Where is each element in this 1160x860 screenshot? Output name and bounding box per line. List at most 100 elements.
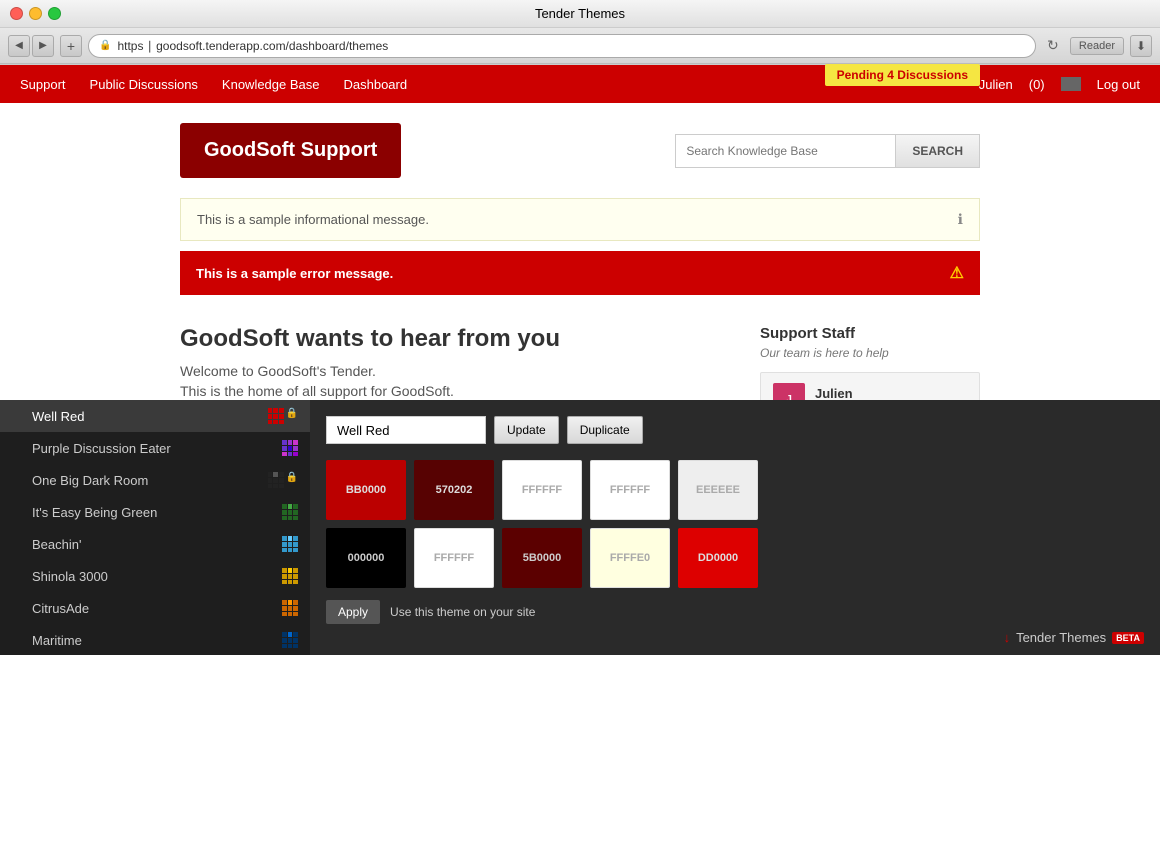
theme-icon-grid-beach xyxy=(282,536,298,552)
swatch-ffffff-2[interactable]: FFFFFF xyxy=(590,460,670,520)
site-nav: Support Public Discussions Knowledge Bas… xyxy=(0,65,1160,103)
theme-name-input[interactable] xyxy=(326,416,486,444)
swatch-5b0000[interactable]: 5B0000 xyxy=(502,528,582,588)
browser-titlebar: Tender Themes xyxy=(0,0,1160,28)
lock-icon-dark: 🔒 xyxy=(286,472,298,488)
pending-badge[interactable]: Pending 4 Discussions xyxy=(825,64,980,86)
theme-item-left-shinola: Shinola 3000 xyxy=(12,569,108,584)
tender-themes-footer: ↓ Tender Themes BETA xyxy=(1004,630,1144,645)
support-staff-heading: Support Staff xyxy=(760,325,980,342)
theme-icons-beach xyxy=(282,536,298,552)
apply-row: Apply Use this theme on your site xyxy=(326,600,1144,624)
url-bar[interactable]: 🔒 https ∣ goodsoft.tenderapp.com/dashboa… xyxy=(88,34,1036,58)
pending-label: Pending xyxy=(837,68,884,82)
swatch-label-1: 570202 xyxy=(436,484,473,496)
browser-nav: ◀ ▶ + 🔒 https ∣ goodsoft.tenderapp.com/d… xyxy=(0,28,1160,64)
swatch-ffffff-1[interactable]: FFFFFF xyxy=(502,460,582,520)
search-area: SEARCH xyxy=(675,134,980,168)
theme-item-well-red[interactable]: Well Red 🔒 xyxy=(0,400,310,432)
swatch-label-8: FFFFE0 xyxy=(610,552,650,564)
swatch-bb0000[interactable]: BB0000 xyxy=(326,460,406,520)
theme-icons-maritime xyxy=(282,632,298,648)
welcome-line1: Welcome to GoodSoft's Tender. xyxy=(180,363,730,379)
maximize-btn[interactable] xyxy=(48,7,61,20)
forward-arrow[interactable]: ▶ xyxy=(32,35,54,57)
pending-count: 4 Discussions xyxy=(887,68,968,82)
minimize-btn[interactable] xyxy=(29,7,42,20)
theme-item-left-citrus: CitrusAde xyxy=(12,601,89,616)
theme-item-dark[interactable]: One Big Dark Room 🔒 xyxy=(0,464,310,496)
theme-icon-grid-dark xyxy=(268,472,284,488)
swatch-label-5: 000000 xyxy=(348,552,385,564)
browser-title: Tender Themes xyxy=(535,6,625,21)
theme-name-citrus: CitrusAde xyxy=(32,601,89,616)
downloads-btn[interactable]: ⬇ xyxy=(1130,35,1152,57)
info-text: This is a sample informational message. xyxy=(197,212,429,227)
apply-text: Use this theme on your site xyxy=(390,605,535,619)
site-nav-right: Julien (0) Log out xyxy=(979,77,1140,92)
duplicate-button[interactable]: Duplicate xyxy=(567,416,643,444)
swatch-eeeeee[interactable]: EEEEEE xyxy=(678,460,758,520)
nav-dashboard[interactable]: Dashboard xyxy=(344,77,408,92)
notifications-icon xyxy=(1061,77,1081,91)
theme-icons-purple xyxy=(282,440,298,456)
nav-logout[interactable]: Log out xyxy=(1097,77,1140,92)
swatch-label-2: FFFFFF xyxy=(522,484,562,496)
search-button[interactable]: SEARCH xyxy=(895,134,980,168)
theme-item-left-maritime: Maritime xyxy=(12,633,82,648)
browser-controls xyxy=(10,7,61,20)
error-message: This is a sample error message. ⚠ xyxy=(180,251,980,295)
swatch-000000[interactable]: 000000 xyxy=(326,528,406,588)
theme-icon-grid-maritime xyxy=(282,632,298,648)
header-section: GoodSoft Support SEARCH xyxy=(0,103,1160,198)
theme-item-maritime[interactable]: Maritime xyxy=(0,624,310,655)
swatch-570202[interactable]: 570202 xyxy=(414,460,494,520)
theme-item-shinola[interactable]: Shinola 3000 xyxy=(0,560,310,592)
footer-arrow: ↓ xyxy=(1004,630,1011,645)
nav-support[interactable]: Support xyxy=(20,77,66,92)
theme-icons: 🔒 xyxy=(268,408,298,424)
color-grid: BB0000 570202 FFFFFF FFFFFF EEEEEE 00000… xyxy=(326,460,1144,588)
close-btn[interactable] xyxy=(10,7,23,20)
theme-name-beach: Beachin' xyxy=(32,537,81,552)
site-nav-left: Support Public Discussions Knowledge Bas… xyxy=(20,77,407,92)
theme-icons-citrus xyxy=(282,600,298,616)
theme-icon-grid-purple xyxy=(282,440,298,456)
theme-icon-grid-citrus xyxy=(282,600,298,616)
theme-item-green[interactable]: It's Easy Being Green xyxy=(0,496,310,528)
nav-public-discussions[interactable]: Public Discussions xyxy=(90,77,198,92)
update-button[interactable]: Update xyxy=(494,416,559,444)
swatch-label-4: EEEEEE xyxy=(696,484,740,496)
swatch-label-6: FFFFFF xyxy=(434,552,474,564)
footer-label: Tender Themes xyxy=(1016,630,1106,645)
reader-btn[interactable]: Reader xyxy=(1070,37,1124,55)
nav-user[interactable]: Julien xyxy=(979,77,1013,92)
back-arrow[interactable]: ◀ xyxy=(8,35,30,57)
swatch-label-7: 5B0000 xyxy=(523,552,562,564)
theme-name-green: It's Easy Being Green xyxy=(32,505,157,520)
browser-chrome: Tender Themes ◀ ▶ + 🔒 https ∣ goodsoft.t… xyxy=(0,0,1160,65)
swatch-label-3: FFFFFF xyxy=(610,484,650,496)
new-tab-btn[interactable]: + xyxy=(60,35,82,57)
theme-icons-green xyxy=(282,504,298,520)
lock-icon: 🔒 xyxy=(286,408,298,424)
nav-notifications[interactable]: (0) xyxy=(1029,77,1045,92)
theme-item-citrus[interactable]: CitrusAde xyxy=(0,592,310,624)
nav-knowledge-base[interactable]: Knowledge Base xyxy=(222,77,320,92)
swatch-dd0000[interactable]: DD0000 xyxy=(678,528,758,588)
url-lock-icon: 🔒 xyxy=(99,40,111,51)
refresh-btn[interactable]: ↻ xyxy=(1042,35,1064,57)
error-icon: ⚠ xyxy=(950,263,964,283)
search-input[interactable] xyxy=(675,134,895,168)
info-message: This is a sample informational message. … xyxy=(180,198,980,241)
apply-button[interactable]: Apply xyxy=(326,600,380,624)
content-area: GoodSoft Support SEARCH This is a sample… xyxy=(0,103,1160,655)
theme-name-well-red: Well Red xyxy=(32,409,85,424)
swatch-ffffe0[interactable]: FFFFE0 xyxy=(590,528,670,588)
swatch-ffffff-3[interactable]: FFFFFF xyxy=(414,528,494,588)
theme-icon-grid xyxy=(268,408,284,424)
theme-name-dark: One Big Dark Room xyxy=(32,473,148,488)
theme-item-purple[interactable]: Purple Discussion Eater xyxy=(0,432,310,464)
theme-item-beach[interactable]: Beachin' xyxy=(0,528,310,560)
support-staff-tagline: Our team is here to help xyxy=(760,346,980,360)
